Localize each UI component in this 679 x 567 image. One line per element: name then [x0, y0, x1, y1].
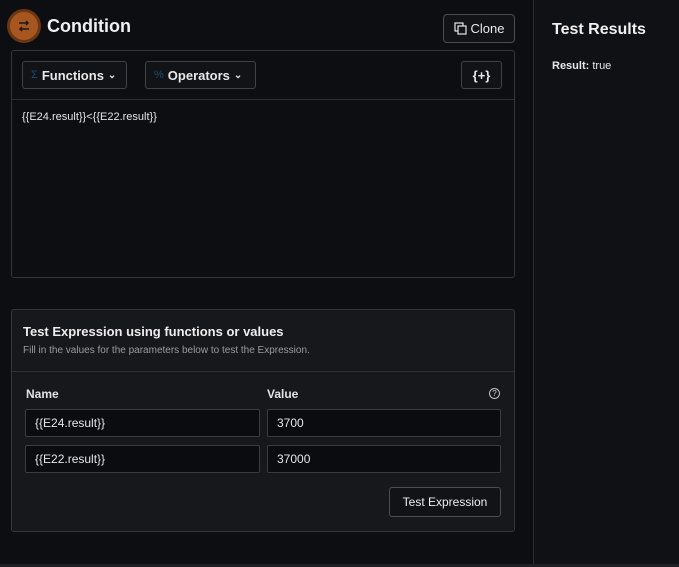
param-value-field[interactable]: 37000 — [267, 445, 501, 473]
functions-dropdown[interactable]: Σ Functions ⌄ — [22, 61, 127, 89]
expression-text[interactable]: {{E24.result}}<{{E22.result}} — [22, 111, 157, 123]
insert-variable-label: {+} — [472, 67, 491, 83]
param-value-field[interactable]: 3700 — [267, 409, 501, 437]
test-results-pane: Test Results Result: true — [533, 0, 679, 567]
param-name-field[interactable]: {{E22.result}} — [25, 445, 260, 473]
percent-icon: % — [154, 69, 164, 81]
editor-toolbar: Σ Functions ⌄ % Operators ⌄ {+} — [12, 51, 514, 100]
help-icon[interactable]: ? — [489, 388, 500, 399]
functions-label: Functions — [41, 67, 104, 83]
copy-icon — [453, 22, 467, 35]
operators-dropdown[interactable]: % Operators ⌄ — [145, 61, 256, 89]
name-column-header: Name — [26, 387, 59, 401]
results-title: Test Results — [552, 21, 646, 38]
chevron-down-icon: ⌄ — [107, 69, 117, 81]
swap-arrows-icon — [7, 9, 41, 43]
test-expression-panel: Test Expression using functions or value… — [11, 309, 515, 532]
param-name-field[interactable]: {{E24.result}} — [25, 409, 260, 437]
chevron-down-icon: ⌄ — [233, 69, 243, 81]
operators-label: Operators — [167, 67, 230, 83]
test-panel-title: Test Expression using functions or value… — [23, 324, 284, 339]
value-column-header: Value — [267, 387, 299, 401]
page-title: Condition — [47, 16, 131, 36]
expression-editor: Σ Functions ⌄ % Operators ⌄ {+} {{E24.re… — [11, 50, 515, 278]
result-label: Result: — [552, 60, 590, 72]
sigma-icon: Σ — [31, 69, 38, 81]
clone-label: Clone — [470, 21, 505, 36]
test-panel-header: Test Expression using functions or value… — [12, 310, 514, 372]
test-expression-button[interactable]: Test Expression — [389, 487, 501, 517]
clone-button[interactable]: Clone — [443, 14, 515, 43]
result-value: true — [592, 60, 612, 72]
insert-variable-button[interactable]: {+} — [461, 61, 502, 89]
condition-editor-pane: Condition Clone Σ Functions ⌄ % Operator… — [0, 0, 533, 567]
test-panel-subtitle: Fill in the values for the parameters be… — [23, 345, 310, 356]
result-line: Result: true — [552, 60, 611, 72]
